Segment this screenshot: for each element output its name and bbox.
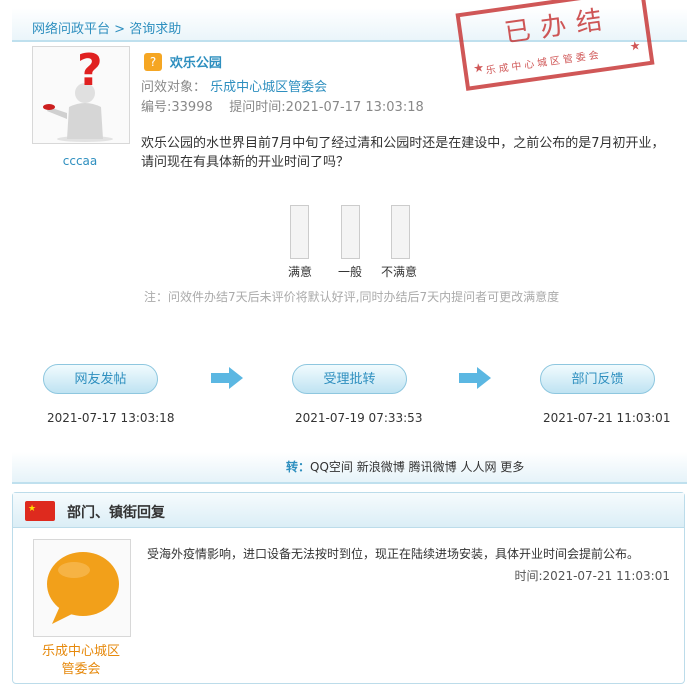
share-qzone-link[interactable]: QQ空间 [310,460,353,474]
share-tencent-weibo-link[interactable]: 腾讯微博 [409,460,457,474]
flow-step-accept-button[interactable]: 受理批转 [292,364,407,394]
rating-bar-average[interactable] [341,205,360,259]
question-badge-icon: ? [144,52,162,71]
china-flag-icon: ★ [25,501,55,521]
stamp-star-icon: ★ [472,60,485,76]
breadcrumb-text: 网络问政平台 > 咨询求助 [32,18,181,37]
time-label: 提问时间: [229,100,286,115]
flow-arrow-icon [459,367,491,389]
share-sina-weibo-link[interactable]: 新浪微博 [357,460,405,474]
question-id: 33998 [171,100,213,115]
reply-time-value: 2021-07-21 11:03:01 [542,569,670,583]
rating-label-satisfied[interactable]: 满意 [288,263,312,280]
question-username[interactable]: cccaa [0,154,160,168]
stamp-subtitle: 乐成中心城区管委会 [485,49,603,77]
reply-header: ★ 部门、镇街回复 [13,493,684,528]
share-more-link[interactable]: 更多 [500,460,524,474]
question-person-icon: ? [43,45,113,142]
rating-label-average[interactable]: 一般 [338,263,362,280]
question-target: 问效对象： 乐成中心城区管委会 [141,76,327,95]
flow-arrow-icon [211,367,243,389]
user-avatar[interactable]: ? [32,45,130,144]
question-time: 2021-07-17 13:03:18 [285,100,424,115]
target-department-link[interactable]: 乐成中心城区管委会 [210,80,327,95]
reply-time-label: 时间: [514,569,543,583]
question-meta: 编号:33998 提问时间:2021-07-17 13:03:18 [141,96,424,115]
rating-label-unsatisfied[interactable]: 不满意 [381,263,417,280]
department-name-line2: 管委会 [61,662,101,677]
share-links: 转：QQ空间 新浪微博 腾讯微博 人人网 更多 [286,458,524,475]
svg-text:★: ★ [28,504,36,514]
share-bar: 转：QQ空间 新浪微博 腾讯微博 人人网 更多 [12,452,687,484]
rating-bar-satisfied[interactable] [290,205,309,259]
rating-note: 注：问效件办结7天后未评价将默认好评,同时办结后7天内提问者可更改满意度 [144,290,560,304]
department-name-line1: 乐成中心城区 [41,644,120,659]
rating-bar-unsatisfied[interactable] [391,205,410,259]
share-label: 转： [286,460,311,474]
reply-section: ★ 部门、镇街回复 乐成中心城区 管委会 受海外疫情影响，进口设备无法按时到位，… [12,492,685,684]
completed-stamp: 已办结 ★ 乐成中心城区管委会 ★ [455,0,655,91]
department-name[interactable]: 乐成中心城区 管委会 [33,643,129,679]
reply-section-title: 部门、镇街回复 [67,505,165,521]
id-label: 编号: [141,100,172,115]
flow-step-feedback-button[interactable]: 部门反馈 [540,364,655,394]
question-title-row: ? 欢乐公园 [144,52,222,71]
breadcrumb-separator: > [110,22,130,37]
svg-text:?: ? [77,47,103,96]
flow-time-post: 2021-07-17 13:03:18 [47,411,175,425]
question-title: 欢乐公园 [169,56,222,71]
flow-time-feedback: 2021-07-21 11:03:01 [543,411,671,425]
speech-bubble-icon [47,552,119,624]
share-renren-link[interactable]: 人人网 [460,460,496,474]
reply-time: 时间:2021-07-21 11:03:01 [515,567,671,584]
breadcrumb-current-link[interactable]: 咨询求助 [129,22,181,37]
target-label: 问效对象： [141,80,207,95]
flow-step-post-button[interactable]: 网友发帖 [43,364,158,394]
question-content: 欢乐公园的水世界目前7月中旬了经过清和公园时还是在建设中，之前公布的是7月初开业… [141,136,665,170]
stamp-title: 已办结 [502,4,614,49]
stamp-star-icon: ★ [628,38,642,54]
department-avatar [33,539,131,637]
breadcrumb-home-link[interactable]: 网络问政平台 [32,22,110,37]
flow-time-accept: 2021-07-19 07:33:53 [295,411,423,425]
reply-content: 受海外疫情影响，进口设备无法按时到位，现正在陆续进场安装，具体开业时间会提前公布… [147,547,640,561]
